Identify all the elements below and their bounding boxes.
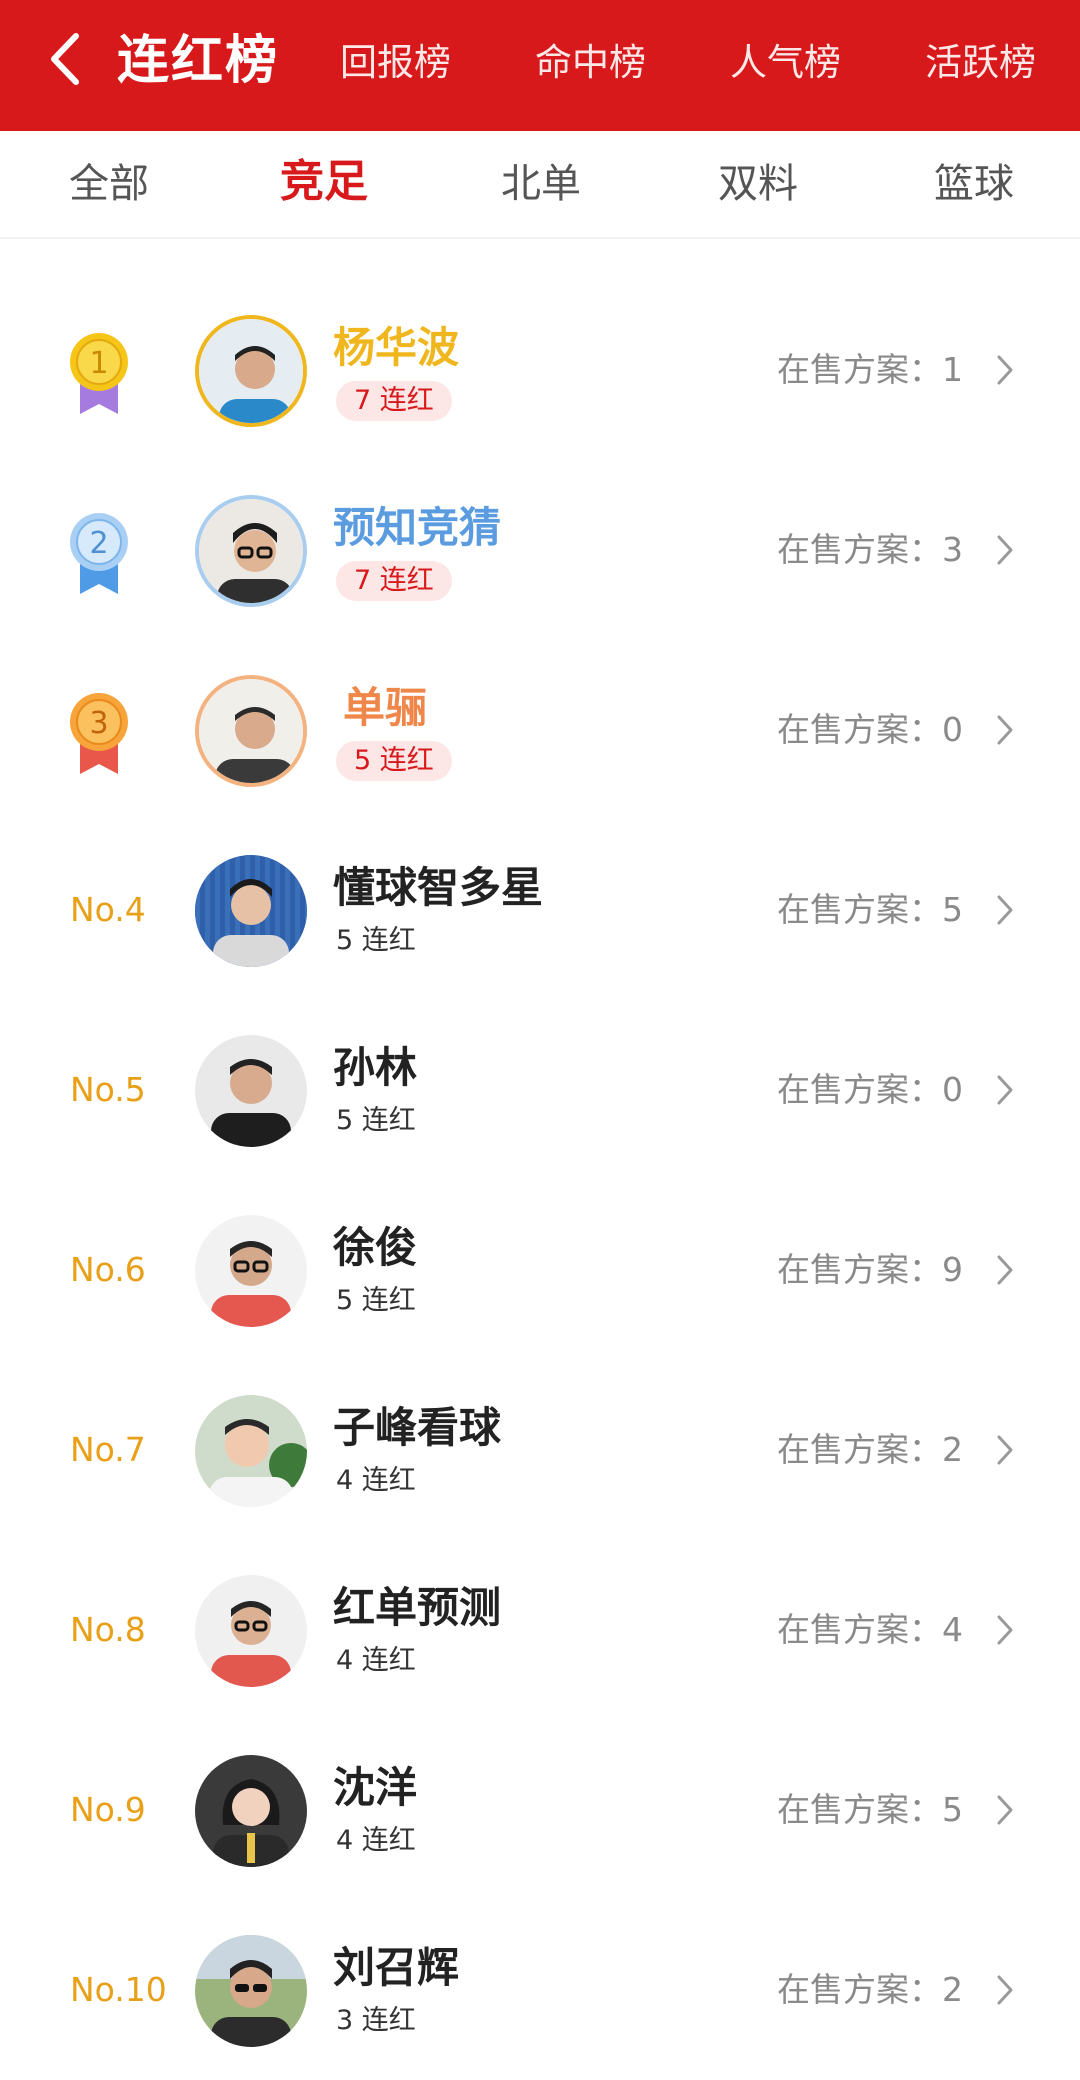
ranking-row[interactable]: No.7 子峰看球 4 连红 在售方案：2 bbox=[0, 1360, 1080, 1540]
rank-number: No.5 bbox=[70, 1070, 146, 1109]
chevron-right-icon[interactable] bbox=[996, 714, 1014, 746]
chevron-right-icon[interactable] bbox=[996, 354, 1014, 386]
streak-count: 4 连红 bbox=[336, 1465, 416, 1496]
rank-number: No.9 bbox=[70, 1790, 146, 1829]
streak-count: 5 连红 bbox=[336, 925, 416, 956]
expert-name[interactable]: 单骊 bbox=[343, 680, 427, 736]
chevron-right-icon[interactable] bbox=[996, 1074, 1014, 1106]
chevron-right-icon[interactable] bbox=[996, 1974, 1014, 2006]
expert-name[interactable]: 杨华波 bbox=[333, 320, 459, 376]
medal-rank: 1 bbox=[89, 346, 108, 381]
bronze-medal-icon: 3 bbox=[70, 693, 128, 774]
streak-count: 4 连红 bbox=[336, 1825, 416, 1856]
ranking-row[interactable]: No.6 徐俊 5 连红 在售方案：9 bbox=[0, 1180, 1080, 1360]
expert-name[interactable]: 懂球智多星 bbox=[333, 860, 543, 916]
expert-name[interactable]: 孙林 bbox=[333, 1040, 417, 1096]
streak-badge: 7 连红 bbox=[336, 561, 452, 601]
category-tab-beidan[interactable]: 北单 bbox=[501, 157, 581, 211]
streak-count: 4 连红 bbox=[336, 1645, 416, 1676]
on-sale-count: 在售方案：4 bbox=[777, 1610, 963, 1649]
category-tab-basketball[interactable]: 篮球 bbox=[934, 157, 1014, 211]
chevron-right-icon[interactable] bbox=[996, 1614, 1014, 1646]
avatar[interactable] bbox=[195, 1935, 307, 2047]
ranking-row[interactable]: No.8 红单预测 4 连红 在售方案：4 bbox=[0, 1540, 1080, 1720]
streak-count: 3 连红 bbox=[336, 2005, 416, 2036]
on-sale-count: 在售方案：5 bbox=[777, 890, 963, 929]
avatar[interactable] bbox=[195, 675, 307, 787]
chevron-right-icon[interactable] bbox=[996, 1794, 1014, 1826]
avatar[interactable] bbox=[195, 315, 307, 427]
tab-activity-rank[interactable]: 活跃榜 bbox=[925, 38, 1036, 88]
on-sale-count: 在售方案：5 bbox=[777, 1790, 963, 1829]
expert-name[interactable]: 沈洋 bbox=[333, 1760, 417, 1816]
medal-rank: 3 bbox=[89, 706, 108, 741]
on-sale-count: 在售方案：9 bbox=[777, 1250, 963, 1289]
avatar[interactable] bbox=[195, 1395, 307, 1507]
rank-number: No.10 bbox=[70, 1970, 167, 2009]
streak-count: 5 连红 bbox=[336, 1285, 416, 1316]
on-sale-count: 在售方案：0 bbox=[777, 1070, 963, 1109]
back-chevron-icon[interactable] bbox=[42, 24, 92, 94]
tab-hit-rank[interactable]: 命中榜 bbox=[535, 38, 646, 88]
avatar[interactable] bbox=[195, 495, 307, 607]
on-sale-count: 在售方案：2 bbox=[777, 1970, 963, 2009]
chevron-right-icon[interactable] bbox=[996, 1434, 1014, 1466]
category-tab-all[interactable]: 全部 bbox=[69, 157, 149, 211]
expert-name[interactable]: 刘召辉 bbox=[333, 1940, 459, 1996]
ranking-row[interactable]: No.10 刘召辉 3 连红 在售方案：2 bbox=[0, 1900, 1080, 2080]
chevron-right-icon[interactable] bbox=[996, 894, 1014, 926]
tab-popularity-rank[interactable]: 人气榜 bbox=[730, 38, 841, 88]
category-tab-shuangliao[interactable]: 双料 bbox=[718, 157, 798, 211]
category-tabs: 全部 竞足 北单 双料 篮球 bbox=[0, 131, 1080, 239]
avatar[interactable] bbox=[195, 1755, 307, 1867]
category-tab-jingzu[interactable]: 竞足 bbox=[280, 155, 368, 209]
rank-number: No.4 bbox=[70, 890, 146, 929]
on-sale-count: 在售方案：3 bbox=[777, 530, 963, 569]
page-title: 连红榜 bbox=[117, 31, 280, 91]
tab-return-rank[interactable]: 回报榜 bbox=[340, 38, 451, 88]
ranking-row[interactable]: 1 杨华波 7 连红 在售方案：1 bbox=[0, 280, 1080, 460]
ranking-row[interactable]: No.5 孙林 5 连红 在售方案：0 bbox=[0, 1000, 1080, 1180]
gold-medal-icon: 1 bbox=[70, 333, 128, 414]
avatar[interactable] bbox=[195, 1035, 307, 1147]
rank-number: No.8 bbox=[70, 1610, 146, 1649]
avatar[interactable] bbox=[195, 855, 307, 967]
avatar[interactable] bbox=[195, 1215, 307, 1327]
rank-number: No.6 bbox=[70, 1250, 146, 1289]
rank-number: No.7 bbox=[70, 1430, 146, 1469]
on-sale-count: 在售方案：2 bbox=[777, 1430, 963, 1469]
medal-rank: 2 bbox=[89, 526, 108, 561]
expert-name[interactable]: 徐俊 bbox=[333, 1220, 417, 1276]
avatar[interactable] bbox=[195, 1575, 307, 1687]
expert-name[interactable]: 红单预测 bbox=[333, 1580, 501, 1636]
ranking-row[interactable]: No.9 沈洋 4 连红 在售方案：5 bbox=[0, 1720, 1080, 1900]
chevron-right-icon[interactable] bbox=[996, 1254, 1014, 1286]
on-sale-count: 在售方案：1 bbox=[777, 350, 963, 389]
streak-count: 5 连红 bbox=[336, 1105, 416, 1136]
expert-name[interactable]: 子峰看球 bbox=[333, 1400, 501, 1456]
streak-badge: 5 连红 bbox=[336, 741, 452, 781]
chevron-right-icon[interactable] bbox=[996, 534, 1014, 566]
ranking-row[interactable]: 3 单骊 5 连红 在售方案：0 bbox=[0, 640, 1080, 820]
on-sale-count: 在售方案：0 bbox=[777, 710, 963, 749]
ranking-row[interactable]: 2 预知竞猜 7 连红 在售方案：3 bbox=[0, 460, 1080, 640]
top-bar: 连红榜 回报榜 命中榜 人气榜 活跃榜 bbox=[0, 0, 1080, 131]
silver-medal-icon: 2 bbox=[70, 513, 128, 594]
streak-badge: 7 连红 bbox=[336, 381, 452, 421]
ranking-row[interactable]: No.4 懂球智多星 5 连红 在售方案：5 bbox=[0, 820, 1080, 1000]
expert-name[interactable]: 预知竞猜 bbox=[333, 500, 501, 556]
